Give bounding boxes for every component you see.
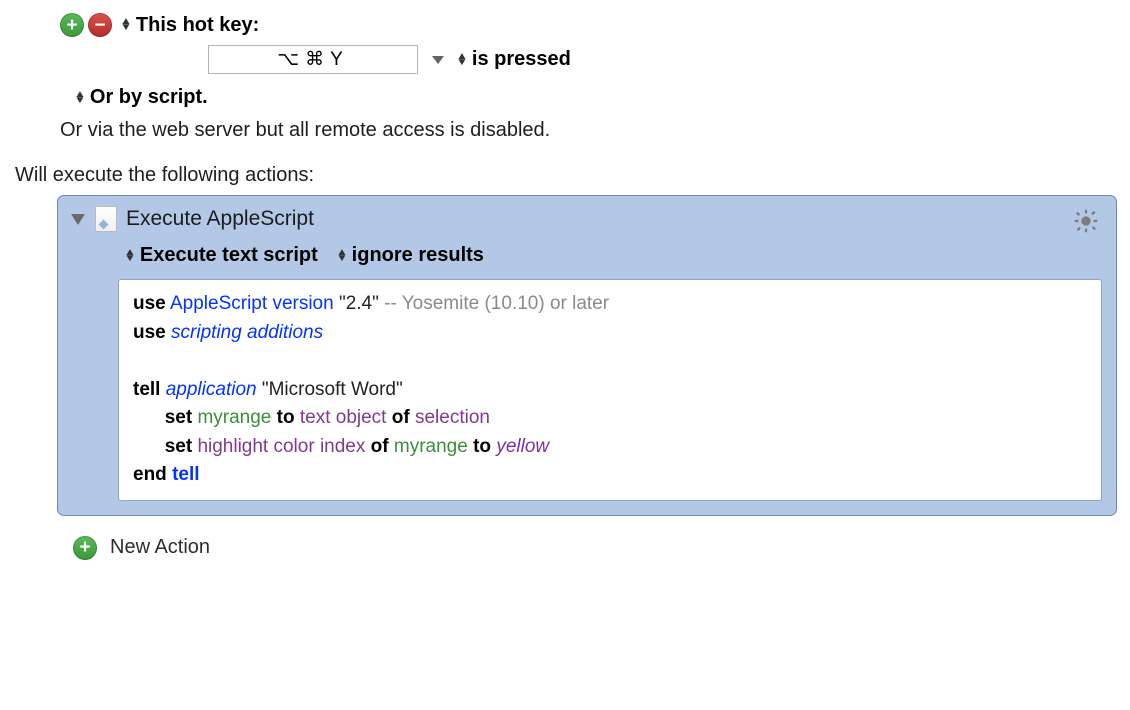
applescript-icon <box>95 206 117 232</box>
code-text: of <box>392 407 410 428</box>
ignore-results-label: ignore results <box>352 244 484 267</box>
trigger-type-stepper[interactable]: ▲▼ <box>121 19 131 31</box>
code-text: end <box>133 464 167 485</box>
action-header: Execute AppleScript <box>58 196 1116 238</box>
applescript-code-editor[interactable]: use AppleScript version "2.4" -- Yosemit… <box>118 279 1102 501</box>
add-trigger-button[interactable]: + <box>60 13 84 37</box>
action-settings-gear-icon[interactable] <box>1070 205 1102 237</box>
script-trigger-stepper[interactable]: ▲▼ <box>75 92 85 104</box>
new-action-label[interactable]: New Action <box>110 536 210 559</box>
execute-text-script-label: Execute text script <box>140 244 318 267</box>
code-text: version <box>272 293 333 314</box>
hotkey-menu-chevron-icon[interactable] <box>432 56 444 64</box>
code-text: tell <box>172 464 199 485</box>
code-text: myrange <box>394 436 468 457</box>
disclosure-triangle-icon[interactable] <box>71 214 85 225</box>
or-by-script-label: Or by script. <box>90 86 208 109</box>
code-text: set <box>165 436 192 457</box>
hotkey-value: ⌥⌘Y <box>277 48 349 71</box>
code-text: yellow <box>496 436 549 457</box>
action-title: Execute AppleScript <box>126 207 314 231</box>
code-text: to <box>277 407 295 428</box>
hotkey-label: This hot key: <box>136 14 259 37</box>
code-text: tell <box>133 379 160 400</box>
hotkey-input[interactable]: ⌥⌘Y <box>208 45 418 74</box>
code-text: to <box>473 436 491 457</box>
results-mode-stepper[interactable]: ▲▼ <box>337 250 347 262</box>
code-text: AppleScript <box>170 293 267 314</box>
hotkey-state-label: is pressed <box>472 48 571 71</box>
code-text: use <box>133 293 166 314</box>
code-text: of <box>371 436 389 457</box>
code-text: -- Yosemite (10.10) or later <box>384 293 609 314</box>
code-text: highlight color index <box>197 436 365 457</box>
code-text: selection <box>415 407 490 428</box>
add-action-button[interactable]: + <box>73 536 97 560</box>
code-text: use <box>133 322 166 343</box>
will-execute-label: Will execute the following actions: <box>15 164 1115 187</box>
code-text: "2.4" <box>339 293 379 314</box>
script-source-stepper[interactable]: ▲▼ <box>125 250 135 262</box>
code-text: application <box>166 379 257 400</box>
code-text: myrange <box>197 407 271 428</box>
remove-trigger-button[interactable]: − <box>88 13 112 37</box>
code-text: set <box>165 407 192 428</box>
code-text: scripting additions <box>171 322 323 343</box>
action-execute-applescript[interactable]: Execute AppleScript ▲▼ Execute text s <box>57 195 1117 516</box>
code-text: "Microsoft Word" <box>262 379 403 400</box>
code-text: text object <box>300 407 387 428</box>
web-server-note: Or via the web server but all remote acc… <box>15 119 1115 142</box>
hotkey-state-stepper[interactable]: ▲▼ <box>457 54 467 66</box>
